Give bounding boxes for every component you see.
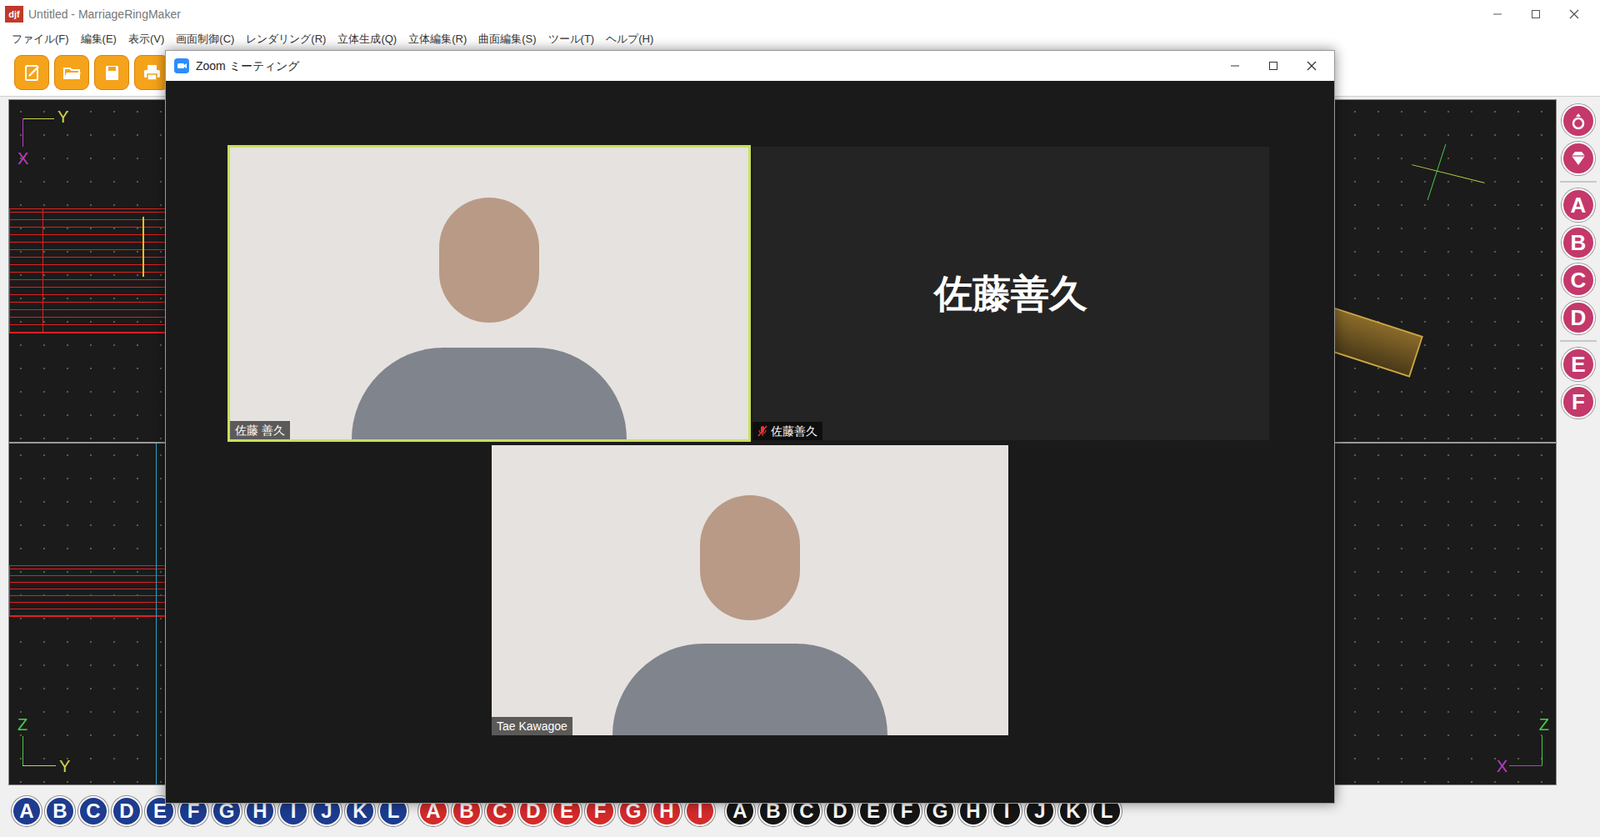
menu-item[interactable]: ヘルプ(H): [605, 33, 654, 45]
zoom-window[interactable]: Zoom ミーティング佐藤 善久佐藤善久佐藤善久Tae Kawagoe: [165, 50, 1335, 804]
participant-label: Tae Kawagoe: [491, 716, 573, 735]
tile-row: Tae Kawagoe: [165, 445, 1335, 735]
menu-item[interactable]: 立体生成(Q): [337, 33, 397, 45]
key-button[interactable]: A: [11, 795, 42, 826]
z-axis-line: [22, 735, 24, 766]
participant-name: Tae Kawagoe: [496, 718, 568, 734]
participant-display-name: 佐藤善久: [934, 274, 1088, 313]
side-toolbar: ABCDEF: [1556, 99, 1600, 785]
participant-label: 佐藤善久: [752, 421, 823, 440]
tool-button[interactable]: E: [1561, 347, 1595, 381]
save-icon[interactable]: [94, 55, 130, 90]
gem-icon[interactable]: [1561, 141, 1595, 175]
wireframe-marker: [142, 216, 145, 277]
separator: [1560, 340, 1597, 342]
maximize-icon[interactable]: [1254, 50, 1293, 81]
person-silhouette: [612, 643, 888, 735]
axis-label: Y: [57, 108, 69, 125]
minimize-icon[interactable]: [1478, 0, 1517, 29]
person-silhouette: [439, 197, 540, 323]
minimize-icon[interactable]: [1215, 50, 1255, 81]
close-icon[interactable]: [1555, 0, 1594, 29]
participant-tile[interactable]: Tae Kawagoe: [491, 445, 1009, 735]
separator: [1560, 180, 1597, 183]
axis-line: [1411, 164, 1485, 184]
key-button[interactable]: D: [111, 795, 142, 826]
participant-tile[interactable]: 佐藤善久佐藤善久: [752, 146, 1270, 440]
video-frame: [491, 445, 1009, 735]
app-window-controls: [1478, 0, 1600, 29]
menu-item[interactable]: レンダリング(R): [245, 33, 326, 45]
zoom-title: Zoom ミーティング: [195, 57, 300, 75]
participant-name: 佐藤善久: [770, 423, 818, 439]
tile-row: 佐藤 善久佐藤善久佐藤善久: [165, 145, 1335, 442]
x-axis-line: [1509, 765, 1543, 766]
axis-label: Y: [59, 757, 70, 775]
key-button[interactable]: B: [45, 795, 75, 826]
tool-button[interactable]: F: [1561, 385, 1595, 419]
participant-label: 佐藤 善久: [230, 420, 290, 440]
zoom-camera-icon: [174, 58, 190, 74]
menu-item[interactable]: 曲面編集(S): [478, 33, 536, 45]
new-icon[interactable]: [14, 55, 50, 90]
close-icon[interactable]: [1292, 50, 1331, 81]
guide-line: [155, 443, 157, 785]
app-title-bar: djfUntitled - MarriageRingMaker: [0, 0, 1600, 29]
name-card: 佐藤善久: [752, 146, 1270, 440]
z-axis-line: [1541, 735, 1543, 766]
app-logo: djf: [5, 5, 24, 23]
axis-label: Z: [1539, 715, 1550, 733]
video-frame: [230, 147, 749, 440]
menu-item[interactable]: 画面制御(C): [175, 33, 235, 45]
wireframe-line: [42, 208, 44, 334]
menu-item[interactable]: ツール(T): [548, 33, 595, 45]
zoom-gallery: 佐藤 善久佐藤善久佐藤善久Tae Kawagoe: [165, 80, 1335, 803]
muted-mic-icon: [757, 425, 768, 437]
maximize-icon[interactable]: [1516, 0, 1555, 29]
menu-item[interactable]: 編集(E): [80, 33, 117, 45]
x-axis-line: [22, 118, 24, 147]
tool-button[interactable]: B: [1561, 225, 1595, 260]
axis-label: Z: [17, 715, 28, 733]
menu-item[interactable]: ファイル(F): [11, 33, 70, 45]
print-icon[interactable]: [134, 55, 170, 90]
axis-label: X: [17, 150, 29, 167]
app-title: Untitled - MarriageRingMaker: [28, 5, 181, 24]
y-axis-line: [22, 765, 56, 766]
menu-item[interactable]: 表示(V): [128, 33, 165, 45]
person-silhouette: [700, 495, 800, 620]
person-silhouette: [351, 347, 627, 440]
menu-item[interactable]: 立体編集(R): [408, 33, 467, 45]
open-folder-icon[interactable]: [54, 55, 90, 90]
tool-button[interactable]: A: [1561, 188, 1595, 222]
key-button[interactable]: C: [78, 795, 109, 826]
y-axis-line: [22, 118, 55, 120]
axis-label: X: [1496, 757, 1508, 775]
participant-name: 佐藤 善久: [235, 422, 285, 438]
zoom-title-bar: Zoom ミーティング: [165, 50, 1335, 81]
zoom-window-controls: [1215, 50, 1335, 81]
menu-bar: ファイル(F) 編集(E) 表示(V) 画面制御(C) レンダリング(R) 立体生成(Q)…: [0, 28, 1600, 49]
tool-button[interactable]: C: [1561, 263, 1595, 297]
tool-button[interactable]: D: [1561, 300, 1595, 335]
ring-icon[interactable]: [1561, 104, 1595, 138]
participant-tile[interactable]: 佐藤 善久: [227, 145, 751, 442]
